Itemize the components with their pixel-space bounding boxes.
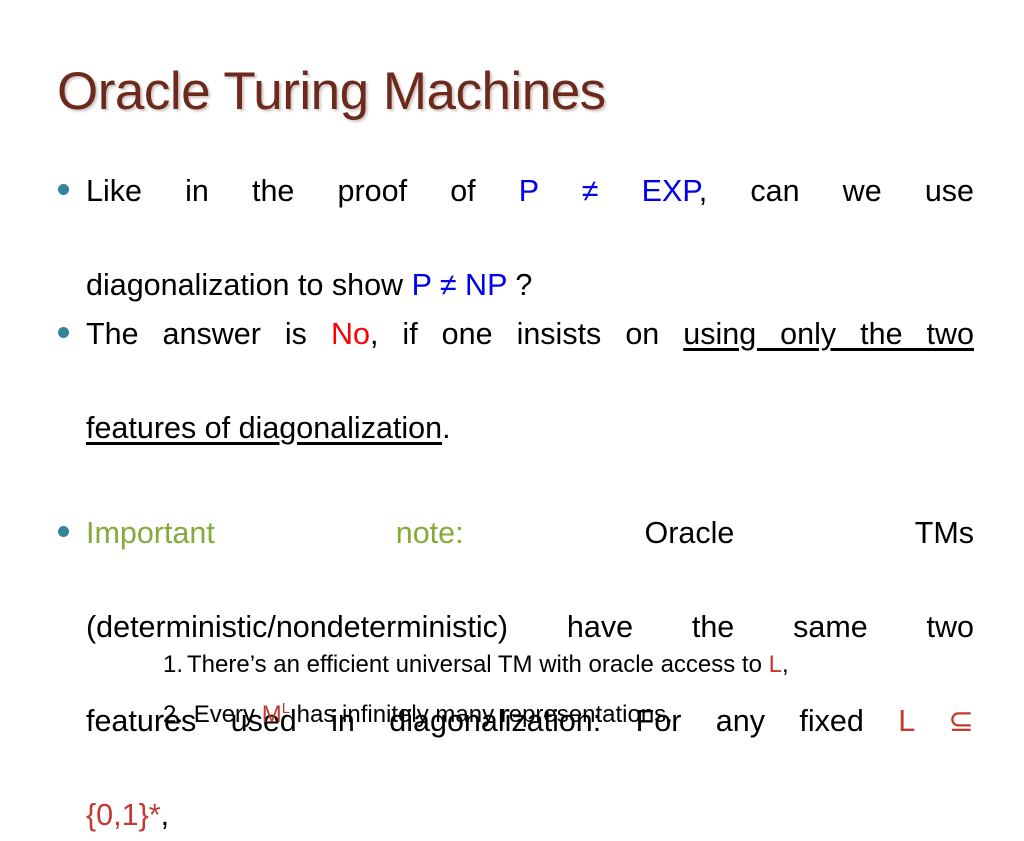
bullet-item-1: Like in the proof of P ≠ EXP, can we use… [54,168,974,309]
sublist-item-1-symbol-l: L [768,651,782,678]
bullet-dot-icon [58,327,69,338]
bullet-2-text: The answer is No, if one insists on usin… [86,311,974,452]
bullet-3-olive-important-note: Important note: [86,516,464,550]
bullet-1-segment-c: diagonalization to show [86,268,412,302]
bullet-dot-icon [58,526,69,537]
sublist-item-1-text-b: , [781,651,789,678]
bullet-1-segment-a: Like in the proof of [86,174,519,208]
bullet-2-segment-a: The answer is [86,317,331,351]
numbered-sublist: 1. There’s an efficient universal TM with… [163,640,983,740]
sublist-item-1-number: 1. [163,651,184,678]
sublist-item-2-symbol-m: M [261,701,282,728]
sublist-item-1-text-a: There’s an efficient universal TM with o… [187,651,769,678]
bullet-3-segment-d: , [160,798,170,832]
bullet-1-text: Like in the proof of P ≠ EXP, can we use… [86,168,974,309]
bullet-dot-icon [58,184,69,195]
sublist-item-1: 1. There’s an efficient universal TM with… [163,640,983,690]
bullet-3-segment-a: Oracle TMs [644,516,974,550]
bullet-2-underline-a: using only the two [683,317,974,351]
bullet-1-blue-pnp: P ≠ NP [411,268,507,302]
bullet-2-red-no: No [330,317,370,351]
slide-canvas: Oracle Turing Machines Like in the proof… [0,0,1024,832]
bullet-1-segment-b: , can we use [698,174,974,208]
page-title: Oracle Turing Machines [57,62,606,121]
bullet-2-segment-c: . [442,411,451,445]
sublist-item-2-number: 2. [163,701,184,728]
sublist-item-2-text-a: Every [193,701,262,728]
sublist-item-2-text-b: has infinitely many representations. [289,701,673,728]
bullet-3-brick-alphabet: {0,1}* [86,798,161,832]
bullet-2-underline-b: features of diagonalization [86,411,443,445]
slide-body: Like in the proof of P ≠ EXP, can we use… [54,168,974,841]
bullet-1-blue-pexp: P ≠ EXP [518,174,699,208]
bullet-1-segment-d: ? [506,268,533,302]
bullet-item-2: The answer is No, if one insists on usin… [54,311,974,452]
sublist-item-2: 2. Every ML has infinitely many represen… [163,690,983,740]
sublist-item-2-symbol-superscript-l: L [281,701,290,717]
bullet-2-segment-b: , if one insists on [369,317,684,351]
bullet-3-segment-b: (deterministic/nondeterministic) have th… [86,610,974,644]
